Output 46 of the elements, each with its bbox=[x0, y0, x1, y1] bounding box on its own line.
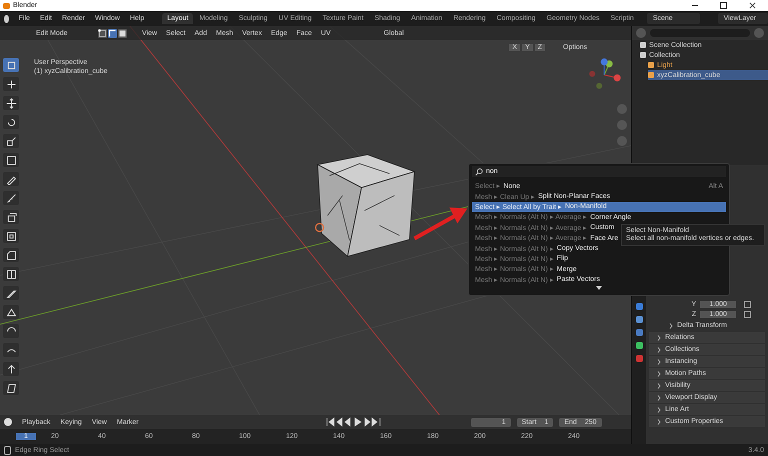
knife-icon bbox=[6, 288, 16, 298]
loopcut-tool-button[interactable] bbox=[3, 267, 19, 281]
transform-tool-button[interactable] bbox=[3, 153, 19, 167]
loopcut-icon bbox=[6, 268, 16, 280]
cursor-tool-button[interactable] bbox=[3, 77, 19, 91]
extrude-icon bbox=[6, 212, 16, 222]
close-icon[interactable] bbox=[749, 2, 756, 9]
select-icon bbox=[6, 60, 16, 70]
bevel-icon bbox=[6, 250, 16, 260]
face-select-mode-icon[interactable] bbox=[118, 28, 127, 38]
rotate-icon bbox=[6, 116, 16, 128]
select-tool-button[interactable] bbox=[3, 58, 19, 72]
maximize-icon[interactable] bbox=[720, 2, 727, 9]
shear-tool-button[interactable] bbox=[3, 381, 19, 395]
pointer-arrow bbox=[413, 208, 468, 240]
navigation-gizmo-drawing bbox=[589, 58, 621, 89]
shrink-icon bbox=[6, 364, 16, 374]
scroll-down-icon[interactable] bbox=[596, 286, 602, 290]
search-icon bbox=[475, 168, 483, 176]
rotate-tool-button[interactable] bbox=[3, 115, 19, 129]
chevron-icon bbox=[669, 322, 674, 328]
shrink-tool-button[interactable] bbox=[3, 362, 19, 376]
spin-tool-button[interactable] bbox=[3, 324, 19, 338]
move-tool-button[interactable] bbox=[3, 96, 19, 110]
scale-tool-button[interactable] bbox=[3, 134, 19, 148]
shear-icon bbox=[6, 382, 16, 394]
polybuild-tool-button[interactable] bbox=[3, 305, 19, 319]
move-icon bbox=[6, 98, 16, 108]
polybuild-icon bbox=[6, 306, 16, 318]
measure-icon bbox=[6, 192, 16, 204]
bevel-tool-button[interactable] bbox=[3, 248, 19, 262]
mouse-icon bbox=[4, 446, 11, 454]
app-logo-icon bbox=[3, 2, 10, 8]
knife-tool-button[interactable] bbox=[3, 286, 19, 300]
transform-icon bbox=[6, 154, 16, 166]
scale-icon bbox=[6, 136, 16, 146]
annotate-icon bbox=[6, 174, 16, 184]
vertex-select-mode-icon[interactable] bbox=[98, 28, 107, 38]
cursor-icon bbox=[6, 78, 16, 90]
extrude-tool-button[interactable] bbox=[3, 210, 19, 224]
inset-icon bbox=[6, 230, 16, 242]
edge-select-mode-icon[interactable] bbox=[108, 28, 117, 38]
inset-tool-button[interactable] bbox=[3, 229, 19, 243]
measure-tool-button[interactable] bbox=[3, 191, 19, 205]
smooth-tool-button[interactable] bbox=[3, 343, 19, 357]
annotate-tool-button[interactable] bbox=[3, 172, 19, 186]
